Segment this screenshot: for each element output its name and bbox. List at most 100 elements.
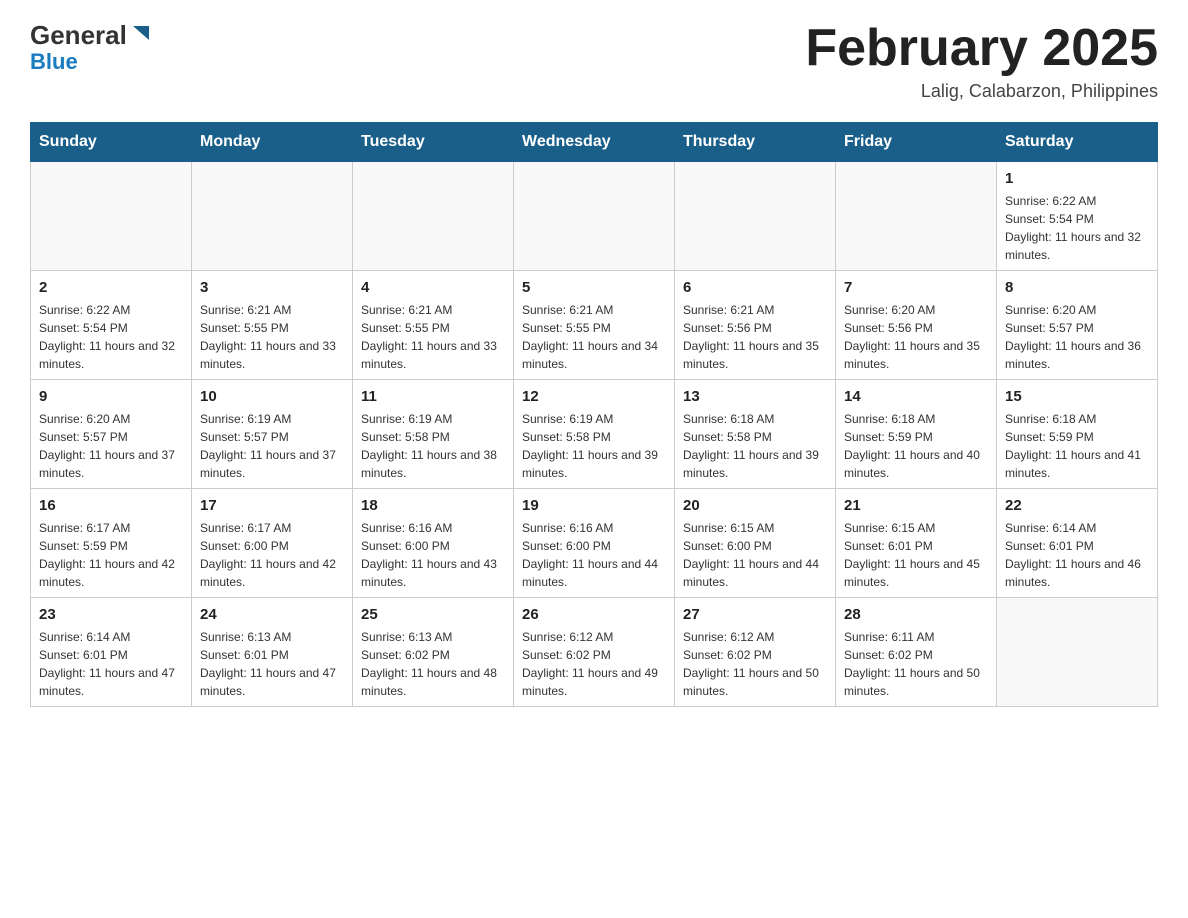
calendar-cell: 21 Sunrise: 6:15 AMSunset: 6:01 PMDayligh… [836,489,997,598]
day-number: 2 [39,277,183,298]
calendar-week-row: 16 Sunrise: 6:17 AMSunset: 5:59 PMDayligh… [31,489,1158,598]
day-number: 25 [361,604,505,625]
day-info: Sunrise: 6:22 AMSunset: 5:54 PMDaylight:… [1005,192,1149,264]
calendar-cell: 3 Sunrise: 6:21 AMSunset: 5:55 PMDaylight… [192,271,353,380]
day-number: 13 [683,386,827,407]
day-number: 19 [522,495,666,516]
day-info: Sunrise: 6:21 AMSunset: 5:56 PMDaylight:… [683,301,827,373]
calendar-cell: 20 Sunrise: 6:15 AMSunset: 6:00 PMDayligh… [675,489,836,598]
calendar-cell: 1 Sunrise: 6:22 AMSunset: 5:54 PMDaylight… [997,162,1158,271]
day-info: Sunrise: 6:14 AMSunset: 6:01 PMDaylight:… [39,628,183,700]
calendar-cell: 15Sunrise: 6:18 AMSunset: 5:59 PMDayligh… [997,380,1158,489]
day-info: Sunrise: 6:12 AMSunset: 6:02 PMDaylight:… [683,628,827,700]
calendar-cell: 8 Sunrise: 6:20 AMSunset: 5:57 PMDaylight… [997,271,1158,380]
day-number: 23 [39,604,183,625]
calendar-cell: 18Sunrise: 6:16 AMSunset: 6:00 PMDayligh… [353,489,514,598]
logo-wrapper: General [30,20,151,51]
day-number: 9 [39,386,183,407]
day-info: Sunrise: 6:20 AMSunset: 5:56 PMDaylight:… [844,301,988,373]
day-of-week-tuesday: Tuesday [353,123,514,162]
calendar-cell: 16 Sunrise: 6:17 AMSunset: 5:59 PMDayligh… [31,489,192,598]
calendar-cell: 24Sunrise: 6:13 AMSunset: 6:01 PMDayligh… [192,598,353,707]
day-of-week-thursday: Thursday [675,123,836,162]
calendar-cell: 19Sunrise: 6:16 AMSunset: 6:00 PMDayligh… [514,489,675,598]
day-of-week-monday: Monday [192,123,353,162]
calendar-cell: 14 Sunrise: 6:18 AMSunset: 5:59 PMDayligh… [836,380,997,489]
day-number: 7 [844,277,988,298]
day-of-week-friday: Friday [836,123,997,162]
calendar-cell: 9 Sunrise: 6:20 AMSunset: 5:57 PMDaylight… [31,380,192,489]
calendar-week-row: 23 Sunrise: 6:14 AMSunset: 6:01 PMDayligh… [31,598,1158,707]
day-number: 16 [39,495,183,516]
day-info: Sunrise: 6:19 AMSunset: 5:58 PMDaylight:… [522,410,666,482]
day-number: 5 [522,277,666,298]
day-of-week-sunday: Sunday [31,123,192,162]
day-number: 26 [522,604,666,625]
day-info: Sunrise: 6:20 AMSunset: 5:57 PMDaylight:… [39,410,183,482]
day-number: 17 [200,495,344,516]
calendar-week-row: 9 Sunrise: 6:20 AMSunset: 5:57 PMDaylight… [31,380,1158,489]
day-info: Sunrise: 6:15 AMSunset: 6:00 PMDaylight:… [683,519,827,591]
title-area: February 2025 Lalig, Calabarzon, Philipp… [805,20,1158,102]
day-number: 1 [1005,168,1149,189]
calendar-cell: 5 Sunrise: 6:21 AMSunset: 5:55 PMDaylight… [514,271,675,380]
calendar-cell: 22 Sunrise: 6:14 AMSunset: 6:01 PMDayligh… [997,489,1158,598]
calendar-cell [192,162,353,271]
logo-area: General Blue [30,20,151,75]
day-number: 22 [1005,495,1149,516]
day-number: 28 [844,604,988,625]
calendar-cell [353,162,514,271]
day-info: Sunrise: 6:15 AMSunset: 6:01 PMDaylight:… [844,519,988,591]
day-info: Sunrise: 6:21 AMSunset: 5:55 PMDaylight:… [361,301,505,373]
day-number: 4 [361,277,505,298]
calendar-cell [997,598,1158,707]
day-number: 21 [844,495,988,516]
calendar-cell: 12 Sunrise: 6:19 AMSunset: 5:58 PMDayligh… [514,380,675,489]
calendar-cell: 27Sunrise: 6:12 AMSunset: 6:02 PMDayligh… [675,598,836,707]
calendar-cell [836,162,997,271]
calendar-week-row: 1 Sunrise: 6:22 AMSunset: 5:54 PMDaylight… [31,162,1158,271]
calendar-cell: 28 Sunrise: 6:11 AMSunset: 6:02 PMDayligh… [836,598,997,707]
day-info: Sunrise: 6:20 AMSunset: 5:57 PMDaylight:… [1005,301,1149,373]
day-number: 6 [683,277,827,298]
logo-triangle-icon [129,22,151,44]
day-number: 10 [200,386,344,407]
day-of-week-wednesday: Wednesday [514,123,675,162]
day-info: Sunrise: 6:18 AMSunset: 5:59 PMDaylight:… [844,410,988,482]
day-info: Sunrise: 6:17 AMSunset: 6:00 PMDaylight:… [200,519,344,591]
calendar-cell: 6 Sunrise: 6:21 AMSunset: 5:56 PMDaylight… [675,271,836,380]
calendar-cell: 17 Sunrise: 6:17 AMSunset: 6:00 PMDayligh… [192,489,353,598]
page-header: General Blue February 2025 Lalig, Calaba… [30,20,1158,102]
day-info: Sunrise: 6:17 AMSunset: 5:59 PMDaylight:… [39,519,183,591]
day-number: 20 [683,495,827,516]
day-number: 14 [844,386,988,407]
calendar-cell: 2Sunrise: 6:22 AMSunset: 5:54 PMDaylight… [31,271,192,380]
calendar-cell [675,162,836,271]
calendar-table: SundayMondayTuesdayWednesdayThursdayFrid… [30,122,1158,707]
day-number: 18 [361,495,505,516]
calendar-cell: 26 Sunrise: 6:12 AMSunset: 6:02 PMDayligh… [514,598,675,707]
day-number: 12 [522,386,666,407]
calendar-cell: 7 Sunrise: 6:20 AMSunset: 5:56 PMDaylight… [836,271,997,380]
day-info: Sunrise: 6:11 AMSunset: 6:02 PMDaylight:… [844,628,988,700]
logo-blue-text: Blue [30,49,78,75]
calendar-cell: 4 Sunrise: 6:21 AMSunset: 5:55 PMDaylight… [353,271,514,380]
calendar-cell: 13Sunrise: 6:18 AMSunset: 5:58 PMDayligh… [675,380,836,489]
day-info: Sunrise: 6:21 AMSunset: 5:55 PMDaylight:… [200,301,344,373]
calendar-cell [514,162,675,271]
month-title: February 2025 [805,20,1158,77]
day-of-week-saturday: Saturday [997,123,1158,162]
days-of-week-row: SundayMondayTuesdayWednesdayThursdayFrid… [31,123,1158,162]
day-number: 8 [1005,277,1149,298]
day-number: 3 [200,277,344,298]
day-number: 24 [200,604,344,625]
day-number: 11 [361,386,505,407]
day-info: Sunrise: 6:18 AMSunset: 5:59 PMDaylight:… [1005,410,1149,482]
calendar-cell: 10Sunrise: 6:19 AMSunset: 5:57 PMDayligh… [192,380,353,489]
day-info: Sunrise: 6:21 AMSunset: 5:55 PMDaylight:… [522,301,666,373]
day-info: Sunrise: 6:12 AMSunset: 6:02 PMDaylight:… [522,628,666,700]
location-text: Lalig, Calabarzon, Philippines [805,81,1158,102]
calendar-week-row: 2Sunrise: 6:22 AMSunset: 5:54 PMDaylight… [31,271,1158,380]
day-info: Sunrise: 6:14 AMSunset: 6:01 PMDaylight:… [1005,519,1149,591]
calendar-cell [31,162,192,271]
